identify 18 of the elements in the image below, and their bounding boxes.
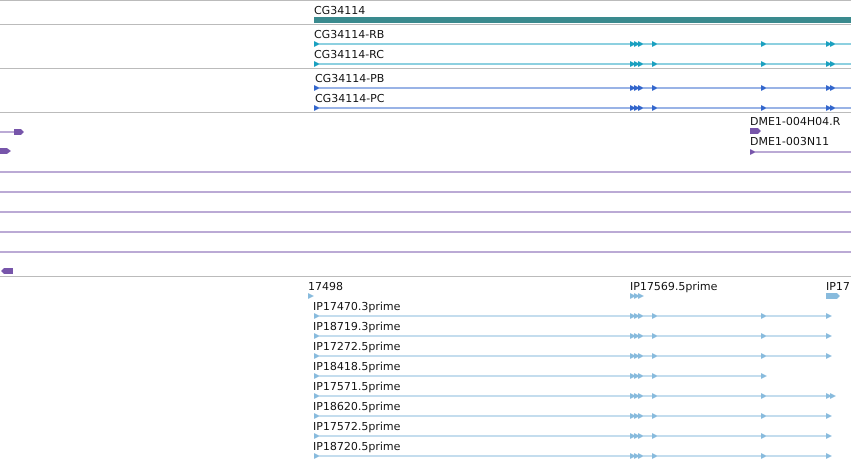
feature-label: CG34114-RC (314, 48, 384, 61)
feature-label: IP17 (826, 280, 850, 293)
feature-label: IP17470.3prime (313, 300, 400, 313)
feature-label: DME1-003N11 (750, 135, 830, 148)
feature-label: IP18719.3prime (313, 320, 400, 333)
feature-label: IP18620.5prime (313, 400, 400, 413)
feature-label: IP18418.5prime (313, 360, 400, 373)
feature-label: CG34114 (314, 4, 366, 17)
feature-label: IP17572.5prime (313, 420, 400, 433)
feature-label: CG34114-RB (314, 28, 384, 41)
feature-label: IP18720.5prime (313, 440, 400, 453)
feature-label: IP17569.5prime (630, 280, 718, 293)
feature-label: IP17571.5prime (313, 380, 400, 393)
feature-label: CG34114-PC (315, 92, 384, 105)
feature-label: DME1-004H04.R (750, 115, 840, 128)
feature-label: 17498 (308, 280, 343, 293)
feature-label: CG34114-PB (315, 72, 384, 85)
feature-label: IP17272.5prime (313, 340, 400, 353)
